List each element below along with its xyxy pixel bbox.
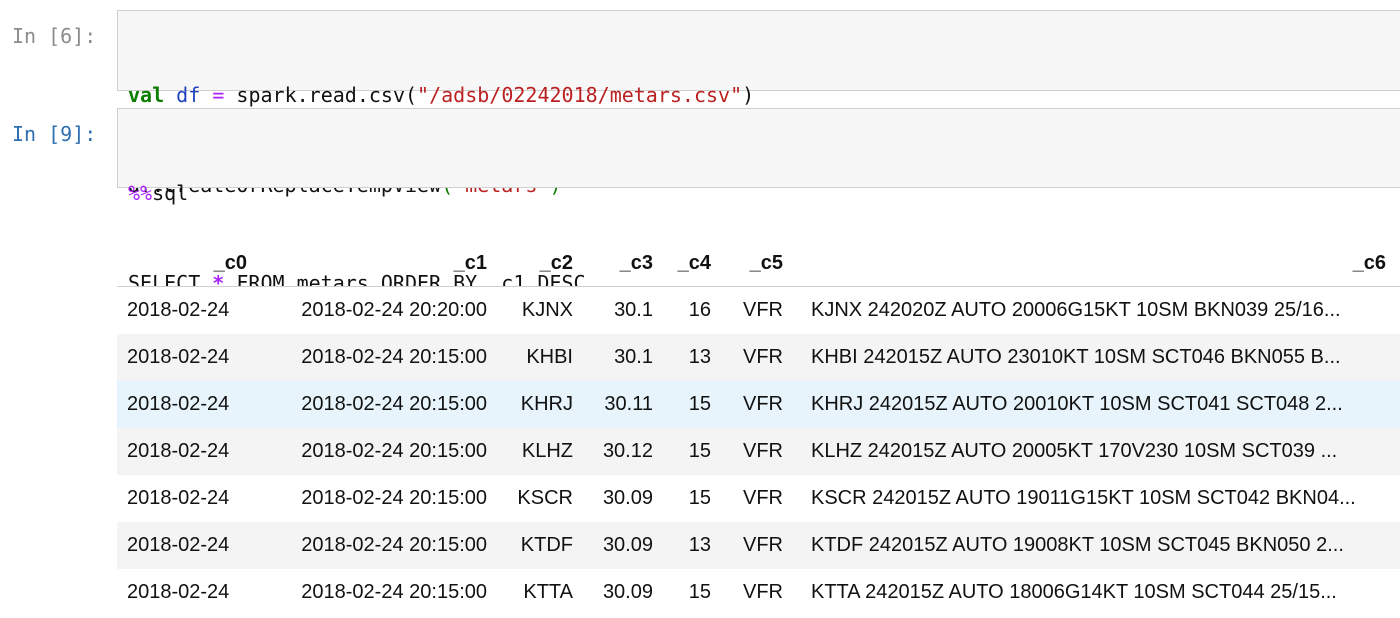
table-cell-_c4: 13 (663, 522, 721, 569)
table-cell-_c1: 2018-02-24 20:20:00 (257, 286, 497, 334)
table-row[interactable]: 2018-02-24 2018-02-24 20:15:00 KSCR 30.09 15… (117, 475, 1400, 522)
table-cell-_c0: 2018-02-24 (117, 286, 257, 334)
cell-prompt: In [9]: (12, 122, 97, 146)
table-cell-_c5: VFR (721, 569, 793, 616)
table-cell-_c4: 15 (663, 569, 721, 616)
table-cell-_c6: KHBI 242015Z AUTO 23010KT 10SM SCT046 BK… (793, 334, 1400, 381)
table-cell-_c3: 30.12 (583, 428, 663, 475)
table-cell-_c0: 2018-02-24 (117, 475, 257, 522)
table-cell-_c5: VFR (721, 428, 793, 475)
column-header[interactable]: _c1 (257, 240, 497, 287)
table-cell-_c1: 2018-02-24 20:15:00 (257, 334, 497, 381)
table-row[interactable]: 2018-02-24 2018-02-24 20:15:00 KLHZ 30.12 15… (117, 428, 1400, 475)
table-cell-_c3: 30.09 (583, 522, 663, 569)
code-keyword: val (128, 83, 165, 107)
table-cell-_c1: 2018-02-24 20:15:00 (257, 428, 497, 475)
code-string: "/adsb/02242018/metars.csv" (417, 83, 743, 107)
table-row[interactable]: 2018-02-24 2018-02-24 20:20:00 KJNX 30.1 16 V… (117, 286, 1400, 334)
table-cell-_c1: 2018-02-24 20:15:00 (257, 569, 497, 616)
table-cell-_c3: 30.09 (583, 569, 663, 616)
code-line: %%sql (128, 178, 1400, 208)
table-cell-_c2: KHRJ (497, 381, 583, 428)
table-cell-_c4: 13 (663, 334, 721, 381)
table-header-row: _c0 _c1 _c2 _c3 _c4 _c5 _c6 (117, 240, 1400, 287)
table-cell-_c0: 2018-02-24 (117, 428, 257, 475)
code-editor[interactable]: %%sql SELECT * FROM metars ORDER BY _c1 … (117, 108, 1400, 295)
column-header[interactable]: _c6 (793, 240, 1400, 287)
table-row[interactable]: 2018-02-24 2018-02-24 20:15:00 KHRJ 30.11 15… (117, 381, 1400, 428)
table-cell-_c4: 15 (663, 381, 721, 428)
table-cell-_c0: 2018-02-24 (117, 522, 257, 569)
output-dataframe-table: _c0 _c1 _c2 _c3 _c4 _c5 _c6 2018-02-24 20… (117, 240, 1400, 616)
table-cell-_c1: 2018-02-24 20:15:00 (257, 522, 497, 569)
table-cell-_c0: 2018-02-24 (117, 334, 257, 381)
table-cell-_c6: KTDF 242015Z AUTO 19008KT 10SM SCT045 BK… (793, 522, 1400, 569)
table-cell-_c3: 30.09 (583, 475, 663, 522)
table-cell-_c4: 15 (663, 475, 721, 522)
column-header[interactable]: _c4 (663, 240, 721, 287)
table-cell-_c2: KHBI (497, 334, 583, 381)
code-line: val df = spark.read.csv("/adsb/02242018/… (128, 80, 1400, 110)
code-variable: df (176, 83, 201, 107)
table-cell-_c0: 2018-02-24 (117, 381, 257, 428)
table-cell-_c2: KLHZ (497, 428, 583, 475)
table-cell-_c6: KLHZ 242015Z AUTO 20005KT 170V230 10SM S… (793, 428, 1400, 475)
table-cell-_c2: KTDF (497, 522, 583, 569)
table-cell-_c5: VFR (721, 475, 793, 522)
column-header[interactable]: _c2 (497, 240, 583, 287)
table-cell-_c6: KHRJ 242015Z AUTO 20010KT 10SM SCT041 SC… (793, 381, 1400, 428)
code-text: sql (152, 181, 189, 205)
cell-prompt: In [6]: (12, 24, 97, 48)
table-row[interactable]: 2018-02-24 2018-02-24 20:15:00 KHBI 30.1 13 V… (117, 334, 1400, 381)
table-cell-_c5: VFR (721, 286, 793, 334)
column-header[interactable]: _c3 (583, 240, 663, 287)
table-cell-_c3: 30.1 (583, 286, 663, 334)
table-cell-_c1: 2018-02-24 20:15:00 (257, 475, 497, 522)
table-row[interactable]: 2018-02-24 2018-02-24 20:15:00 KTDF 30.09 13… (117, 522, 1400, 569)
code-editor[interactable]: val df = spark.read.csv("/adsb/02242018/… (117, 10, 1400, 197)
table-cell-_c2: KSCR (497, 475, 583, 522)
table-cell-_c6: KTTA 242015Z AUTO 18006G14KT 10SM SCT044… (793, 569, 1400, 616)
column-header[interactable]: _c5 (721, 240, 793, 287)
table-cell-_c1: 2018-02-24 20:15:00 (257, 381, 497, 428)
table-cell-_c0: 2018-02-24 (117, 569, 257, 616)
table-cell-_c6: KJNX 242020Z AUTO 20006G15KT 10SM BKN039… (793, 286, 1400, 334)
table-cell-_c2: KJNX (497, 286, 583, 334)
table-cell-_c3: 30.11 (583, 381, 663, 428)
table-cell-_c4: 16 (663, 286, 721, 334)
code-operator: = (212, 83, 225, 107)
column-header[interactable]: _c0 (117, 240, 257, 287)
code-call-end: ) (742, 83, 755, 107)
table-cell-_c5: VFR (721, 334, 793, 381)
table-cell-_c6: KSCR 242015Z AUTO 19011G15KT 10SM SCT042… (793, 475, 1400, 522)
table-row[interactable]: 2018-02-24 2018-02-24 20:15:00 KTTA 30.09 15… (117, 569, 1400, 616)
table-cell-_c5: VFR (721, 522, 793, 569)
table-cell-_c5: VFR (721, 381, 793, 428)
code-magic: %% (128, 181, 153, 205)
table-cell-_c4: 15 (663, 428, 721, 475)
code-call: spark.read.csv( (236, 83, 418, 107)
table-cell-_c2: KTTA (497, 569, 583, 616)
table-cell-_c3: 30.1 (583, 334, 663, 381)
